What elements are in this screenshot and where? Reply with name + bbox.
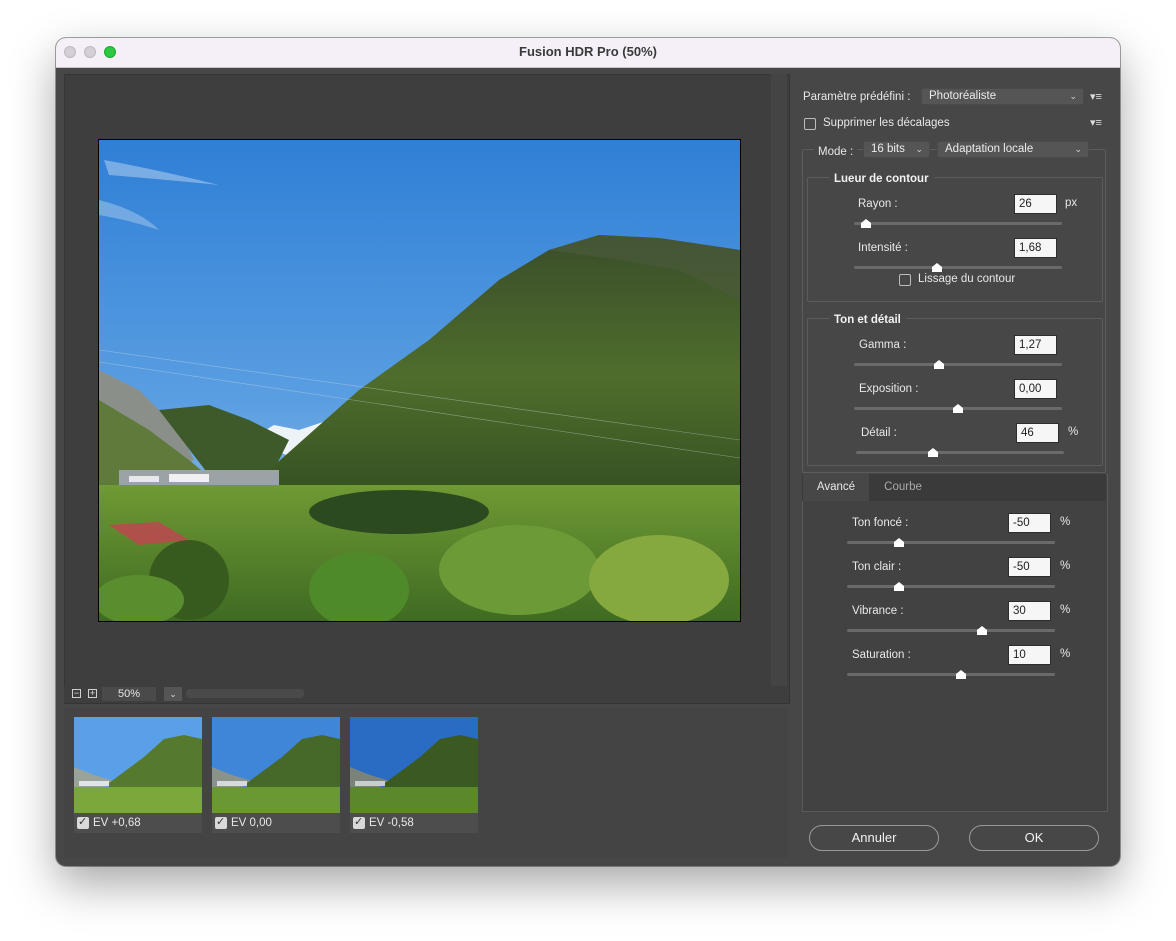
zoom-bar: − + 50% ⌄ [64, 686, 780, 702]
preview-vertical-scrollbar[interactable] [771, 74, 787, 686]
shadow-slider-thumb[interactable] [894, 538, 904, 547]
zoom-dropdown-icon[interactable]: ⌄ [164, 687, 182, 701]
tab-curve[interactable]: Courbe [870, 474, 936, 501]
strength-input[interactable]: 1,68 [1014, 238, 1057, 258]
vibrance-label: Vibrance : [852, 605, 904, 617]
preset-label: Paramètre prédéfini : [803, 91, 911, 103]
shadow-input[interactable]: -50 [1008, 513, 1051, 533]
tab-advanced[interactable]: Avancé [803, 474, 869, 501]
chevron-down-icon: ⌄ [1069, 91, 1077, 101]
saturation-slider-track[interactable] [847, 673, 1055, 676]
detail-slider-thumb[interactable] [927, 448, 938, 457]
preset-select[interactable]: Photoréaliste ⌄ [921, 88, 1084, 105]
thumbnail-image [74, 717, 202, 813]
gamma-slider-thumb[interactable] [934, 360, 945, 369]
tone-detail-title: Ton et détail [834, 314, 901, 326]
vibrance-input[interactable]: 30 [1008, 601, 1051, 621]
preview-horizontal-scrollbar[interactable] [186, 689, 304, 698]
gamma-input[interactable]: 1,27 [1014, 335, 1057, 355]
thumbnail-include-checkbox[interactable] [353, 815, 365, 829]
saturation-unit: % [1060, 648, 1071, 660]
strength-slider-thumb[interactable] [932, 263, 943, 272]
saturation-label: Saturation : [852, 649, 911, 661]
smooth-edges-checkbox[interactable] [899, 274, 911, 286]
shadow-unit: % [1060, 516, 1071, 528]
thumbnail-image [350, 717, 478, 813]
source-thumbnail[interactable]: EV +0,68 [74, 717, 202, 835]
shadow-slider-track[interactable] [847, 541, 1055, 544]
hdr-preview-image [98, 139, 741, 622]
vibrance-slider-track[interactable] [847, 629, 1055, 632]
preset-menu-icon[interactable]: ▾≡ [1090, 90, 1102, 103]
exposure-label: Exposition : [859, 383, 919, 395]
bit-depth-select[interactable]: 16 bits ⌄ [863, 141, 930, 158]
title-bar: Fusion HDR Pro (50%) [56, 38, 1120, 68]
detail-input[interactable]: 46 [1016, 423, 1059, 443]
detail-label: Détail : [861, 427, 897, 439]
strength-label: Intensité : [858, 242, 908, 254]
method-value: Adaptation locale [945, 143, 1034, 155]
smooth-edges-label: Lissage du contour [918, 273, 1016, 285]
gamma-label: Gamma : [859, 339, 907, 351]
radius-slider-track[interactable] [854, 222, 1062, 225]
method-select[interactable]: Adaptation locale ⌄ [937, 141, 1089, 158]
gamma-slider-track[interactable] [854, 363, 1062, 366]
edge-glow-title: Lueur de contour [834, 173, 929, 185]
ok-button[interactable]: OK [969, 825, 1099, 851]
remove-ghosts-label: Supprimer les décalages [823, 117, 950, 129]
thumbnail-ev-label: EV +0,68 [93, 817, 141, 829]
highlight-input[interactable]: -50 [1008, 557, 1051, 577]
tone-detail-group [807, 318, 1103, 466]
saturation-slider-thumb[interactable] [956, 670, 967, 679]
mode-label-bg: Mode : [814, 142, 858, 160]
thumbnail-include-checkbox[interactable] [77, 815, 89, 829]
preset-select-value: Photoréaliste [929, 90, 997, 102]
thumbnail-include-checkbox[interactable] [215, 815, 227, 829]
source-thumbnail[interactable]: EV -0,58 [350, 717, 478, 835]
radius-slider-thumb[interactable] [861, 219, 872, 228]
remove-ghosts-checkbox[interactable] [804, 118, 816, 130]
exposure-input[interactable]: 0,00 [1014, 379, 1057, 399]
cancel-button[interactable]: Annuler [809, 825, 939, 851]
highlight-slider-thumb[interactable] [894, 582, 904, 591]
tone-detail-title-bg: Ton et détail [829, 310, 906, 328]
mode-label: Mode : [818, 146, 854, 158]
bit-depth-value: 16 bits [871, 143, 905, 155]
thumbnail-caption: EV -0,58 [350, 813, 478, 833]
shadow-label: Ton foncé : [852, 517, 909, 529]
vibrance-slider-thumb[interactable] [977, 626, 988, 635]
highlight-label: Ton clair : [852, 561, 902, 573]
chevron-down-icon: ⌄ [1074, 144, 1082, 154]
hdr-pro-dialog: Fusion HDR Pro (50%) − + 50% ⌄ ✓ EV +0,6… [56, 38, 1120, 866]
detail-slider-track[interactable] [856, 451, 1064, 454]
thumbnail-ev-label: EV -0,58 [369, 817, 414, 829]
exposure-slider-thumb[interactable] [953, 404, 963, 413]
radius-unit: px [1065, 197, 1078, 209]
window-title: Fusion HDR Pro (50%) [519, 44, 657, 59]
highlight-unit: % [1060, 560, 1071, 572]
thumbnail-ev-label: EV 0,00 [231, 817, 272, 829]
vibrance-unit: % [1060, 604, 1071, 616]
saturation-input[interactable]: 10 [1008, 645, 1051, 665]
highlight-slider-track[interactable] [847, 585, 1055, 588]
source-thumbnail[interactable]: EV 0,00 [212, 717, 340, 835]
radius-label: Rayon : [858, 198, 898, 210]
zoom-out-button[interactable]: − [72, 689, 81, 698]
radius-input[interactable]: 26 [1014, 194, 1057, 214]
thumbnail-caption: EV 0,00 [212, 813, 340, 833]
thumbnail-caption: EV +0,68 [74, 813, 202, 833]
zoom-level-value[interactable]: 50% [102, 687, 156, 701]
chevron-down-icon: ⌄ [915, 144, 923, 154]
options-menu-icon[interactable]: ▾≡ [1090, 116, 1102, 129]
detail-unit: % [1068, 426, 1079, 438]
edge-glow-title-bg: Lueur de contour [829, 169, 934, 187]
strength-slider-track[interactable] [854, 266, 1062, 269]
thumbnail-image [212, 717, 340, 813]
zoom-in-button[interactable]: + [88, 689, 97, 698]
